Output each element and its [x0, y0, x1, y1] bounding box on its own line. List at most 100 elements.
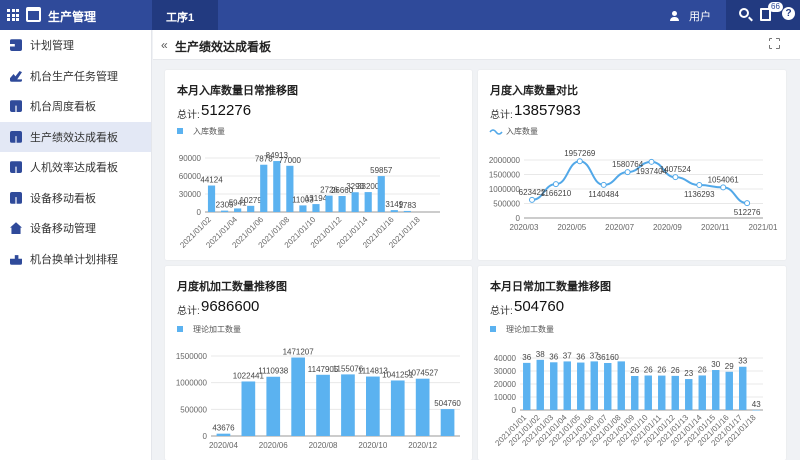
bar — [351, 192, 359, 212]
legend-label: 理论加工数量 — [193, 324, 241, 334]
x-tick-label: 2020/12 — [408, 441, 437, 450]
data-label: 43 — [752, 400, 761, 409]
app-title: 生产管理 — [48, 10, 97, 24]
data-label: 44124 — [200, 176, 223, 185]
data-label: 38 — [536, 350, 545, 359]
data-label: 37 — [563, 351, 572, 360]
bar — [207, 185, 216, 212]
data-label: 26 — [644, 366, 653, 375]
y-tick-label: 500000 — [493, 200, 520, 209]
bar — [725, 371, 733, 410]
fullscreen-icon[interactable] — [768, 37, 780, 49]
sidebar-item-label: 机台周度看板 — [30, 101, 96, 114]
bar — [247, 205, 255, 212]
sidebar-item-efficiency-board[interactable]: 人机效率达成看板 — [0, 152, 151, 183]
app-grid-icon[interactable] — [7, 9, 19, 21]
data-label: 504760 — [434, 399, 461, 408]
bar — [739, 366, 747, 410]
bar — [644, 375, 652, 410]
sidebar-item-equipment-manage[interactable]: 设备移动管理 — [0, 213, 151, 244]
tab-process-1[interactable]: 工序1 — [152, 0, 218, 30]
data-label: 36 — [576, 353, 585, 362]
bar — [550, 362, 558, 410]
legend-label: 理论加工数量 — [506, 324, 554, 334]
legend-line-icon — [489, 129, 503, 135]
board-icon — [10, 130, 22, 143]
data-point — [648, 158, 655, 165]
bar — [316, 374, 330, 436]
help-icon[interactable]: ? — [782, 7, 795, 20]
top-bar: 生产管理 工序1 用户 66 ? — [0, 0, 800, 30]
data-label: 59857 — [370, 166, 393, 175]
data-label: 1110938 — [258, 367, 289, 376]
bar — [299, 205, 307, 212]
bar — [590, 361, 598, 410]
y-tick-label: 20000 — [494, 380, 517, 389]
chart-card-monthly-inbound: 月度入库数量对比 总计: 13857983 入库数量 2000000 1500000… — [478, 70, 786, 260]
legend-swatch — [490, 326, 496, 332]
x-tick-label: 2020/06 — [259, 441, 288, 450]
data-label: 36 — [549, 352, 558, 361]
bar — [403, 210, 411, 212]
x-tick-label: 2021/01 — [749, 223, 778, 232]
y-tick-label: 30000 — [494, 367, 517, 376]
y-tick-label: 1000000 — [176, 379, 208, 388]
bar — [364, 192, 372, 212]
sidebar-item-weekly-board[interactable]: 机台周度看板 — [0, 91, 151, 122]
y-tick-label: 0 — [197, 208, 202, 217]
sidebar-item-plan[interactable]: 计划管理 — [0, 30, 151, 61]
chart-card-monthly-machining: 月度机加工数量推移图 总计: 9686600 理论加工数量 1500000 1000… — [165, 266, 472, 460]
sidebar-item-machine-tasks[interactable]: 机台生产任务管理 — [0, 61, 151, 92]
data-label: 1471207 — [283, 348, 315, 357]
y-tick-label: 0 — [203, 432, 208, 441]
data-label: 23 — [684, 369, 693, 378]
data-label: 33 — [738, 357, 747, 366]
x-tick-label: 2020/09 — [653, 223, 682, 232]
user-menu[interactable]: 用户 — [670, 8, 711, 24]
data-point — [552, 181, 559, 188]
user-label: 用户 — [689, 11, 711, 23]
bar — [266, 376, 281, 436]
bar — [286, 165, 294, 212]
sidebar-item-label: 机台换单计划排程 — [30, 253, 118, 266]
sidebar-item-label: 设备移动管理 — [30, 223, 96, 236]
bar — [273, 161, 281, 212]
y-tick-label: 2000000 — [489, 156, 521, 165]
data-label: 26 — [657, 366, 666, 375]
bar — [366, 376, 380, 436]
back-icon[interactable]: « — [161, 38, 168, 52]
y-tick-label: 60000 — [179, 172, 202, 181]
calendar-icon — [26, 7, 41, 22]
bar — [631, 376, 639, 410]
y-tick-label: 30000 — [179, 190, 202, 199]
bar — [563, 361, 571, 410]
y-tick-label: 90000 — [179, 154, 202, 163]
bar — [440, 409, 455, 436]
data-label: 1407524 — [660, 165, 692, 174]
task-chart-icon — [10, 70, 22, 82]
data-label: 1957269 — [564, 149, 596, 158]
bar — [671, 375, 679, 410]
data-point — [624, 169, 631, 176]
sidebar-item-label: 设备移动看板 — [30, 192, 96, 205]
bar — [325, 195, 333, 212]
bar — [712, 370, 720, 410]
notification-badge: 66 — [768, 2, 783, 12]
data-label: 33200 — [357, 182, 380, 191]
bar — [291, 357, 305, 436]
data-point — [576, 158, 583, 165]
bar — [523, 362, 531, 410]
y-tick-label: 1000000 — [489, 185, 521, 194]
user-icon — [670, 11, 684, 21]
sidebar-item-equipment-board[interactable]: 设备移动看板 — [0, 183, 151, 214]
sidebar-item-changeover-schedule[interactable]: 机台换单计划排程 — [0, 244, 151, 275]
chart-svg: 理论加工数量40000300002000010000036 38 36 37 36 373… — [490, 324, 763, 448]
legend-label: 入库数量 — [193, 126, 225, 136]
bar — [260, 164, 268, 212]
search-icon[interactable] — [739, 8, 749, 18]
bar — [536, 359, 544, 410]
sidebar-item-performance-board[interactable]: 生产绩效达成看板 — [0, 121, 151, 152]
data-label: 1054061 — [708, 175, 740, 184]
sidebar-item-label: 机台生产任务管理 — [30, 70, 118, 83]
data-label: 1074527 — [407, 369, 439, 378]
